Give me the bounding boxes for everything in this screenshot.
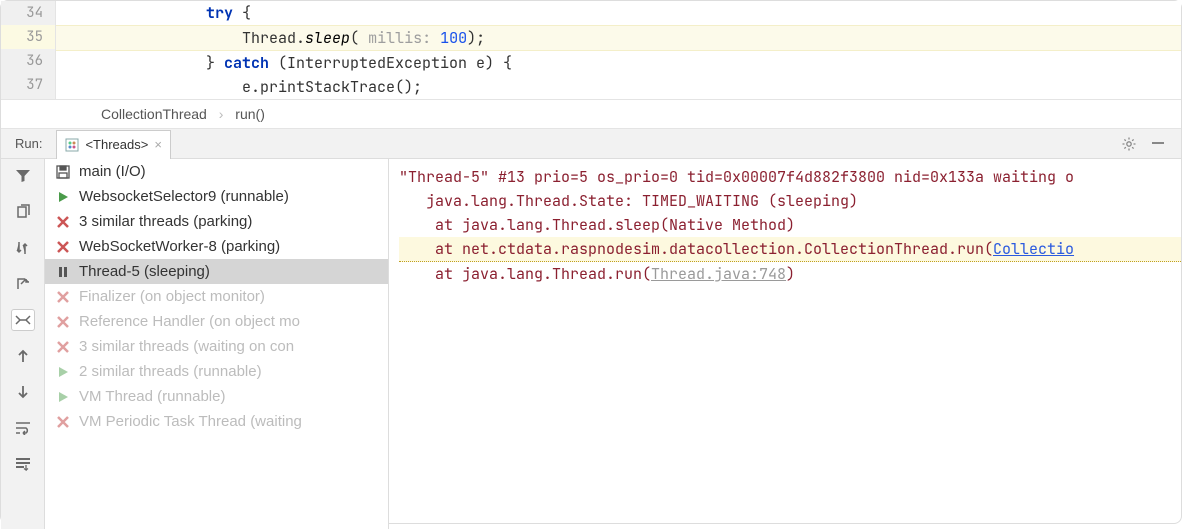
dump-line: at java.lang.Thread.sleep(Native Method) — [399, 215, 795, 235]
stack-icon[interactable] — [11, 453, 35, 475]
code-line-highlighted: Thread.sleep( millis: 100); — [56, 25, 1181, 51]
source-link[interactable]: Thread.java:748 — [651, 264, 786, 284]
breadcrumb: CollectionThread › run() — [1, 99, 1181, 129]
runnable-icon — [55, 364, 71, 380]
source-link[interactable]: Collectio — [993, 239, 1074, 259]
parking-icon — [55, 289, 71, 305]
chevron-right-icon: › — [219, 106, 224, 122]
dump-line-highlighted: at net.ctdata.raspnodesim.datacollection… — [399, 237, 1181, 262]
filter-icon[interactable] — [11, 165, 35, 187]
code-content[interactable]: try { Thread.sleep( millis: 100);} catch… — [56, 1, 1181, 99]
thread-item-main[interactable]: main (I/O) — [45, 159, 388, 184]
breadcrumb-item[interactable]: CollectionThread — [101, 106, 207, 122]
disk-icon — [55, 164, 71, 180]
down-arrow-icon[interactable] — [11, 381, 35, 403]
runnable-icon — [55, 189, 71, 205]
thread-label: 2 similar threads (runnable) — [79, 363, 262, 380]
run-toolwindow-body: main (I/O) WebsocketSelector9 (runnable)… — [1, 159, 1181, 529]
breadcrumb-item[interactable]: run() — [235, 106, 265, 122]
code-line: e.printStackTrace(); — [206, 77, 422, 97]
code-line: } catch (InterruptedException e) { — [206, 53, 512, 73]
thread-label: WebSocketWorker-8 (parking) — [79, 238, 280, 255]
thread-item[interactable]: VM Periodic Task Thread (waiting — [45, 409, 388, 434]
thread-item-selected[interactable]: Thread-5 (sleeping) — [45, 259, 388, 284]
code-editor: 34 35 36 37 try { Thread.sleep( millis: … — [1, 1, 1181, 99]
close-icon[interactable]: × — [154, 137, 162, 152]
tab-title: <Threads> — [85, 137, 148, 152]
thread-label: VM Periodic Task Thread (waiting — [79, 413, 302, 430]
parking-icon — [55, 414, 71, 430]
line-gutter: 34 35 36 37 — [1, 1, 56, 99]
parking-icon — [55, 314, 71, 330]
thread-label: Reference Handler (on object mo — [79, 313, 300, 330]
pause-icon — [55, 264, 71, 280]
wrap-icon[interactable] — [11, 417, 35, 439]
runnable-icon — [55, 389, 71, 405]
parking-icon — [55, 214, 71, 230]
thread-item[interactable]: Finalizer (on object monitor) — [45, 284, 388, 309]
thread-item[interactable]: WebsocketSelector9 (runnable) — [45, 184, 388, 209]
code-line: try { — [206, 3, 251, 23]
hide-icon[interactable] — [1151, 136, 1165, 152]
thread-item[interactable]: Reference Handler (on object mo — [45, 309, 388, 334]
thread-label: WebsocketSelector9 (runnable) — [79, 188, 289, 205]
thread-item[interactable]: 3 similar threads (waiting on con — [45, 334, 388, 359]
tab-threads[interactable]: <Threads> × — [56, 130, 170, 159]
thread-item[interactable]: WebSocketWorker-8 (parking) — [45, 234, 388, 259]
parking-icon — [55, 339, 71, 355]
parking-icon — [55, 239, 71, 255]
thread-item[interactable]: 2 similar threads (runnable) — [45, 359, 388, 384]
up-arrow-icon[interactable] — [11, 345, 35, 367]
thread-label: 3 similar threads (parking) — [79, 213, 252, 230]
thread-label: 3 similar threads (waiting on con — [79, 338, 294, 355]
dump-line: java.lang.Thread.State: TIMED_WAITING (s… — [399, 191, 858, 211]
thread-list: main (I/O) WebsocketSelector9 (runnable)… — [45, 159, 389, 529]
thread-label: main (I/O) — [79, 163, 146, 180]
run-toolwindow-header: Run: <Threads> × — [1, 129, 1181, 159]
thread-dump-console[interactable]: "Thread-5" #13 prio=5 os_prio=0 tid=0x00… — [389, 159, 1181, 529]
line-number: 34 — [1, 1, 43, 25]
dump-line: "Thread-5" #13 prio=5 os_prio=0 tid=0x00… — [399, 167, 1074, 187]
copy-icon[interactable] — [11, 201, 35, 223]
thread-label: Finalizer (on object monitor) — [79, 288, 265, 305]
dump-line: at java.lang.Thread.run(Thread.java:748) — [399, 264, 795, 284]
thread-label: VM Thread (runnable) — [79, 388, 225, 405]
thread-item[interactable]: VM Thread (runnable) — [45, 384, 388, 409]
sort-icon[interactable] — [11, 237, 35, 259]
line-number: 36 — [1, 49, 43, 73]
thread-dump-icon — [65, 138, 79, 152]
thread-label: Thread-5 (sleeping) — [79, 263, 210, 280]
merge-icon[interactable] — [11, 309, 35, 331]
gear-icon[interactable] — [1121, 136, 1137, 152]
line-number: 35 — [1, 25, 55, 49]
vertical-toolbar — [1, 159, 45, 529]
export-icon[interactable] — [11, 273, 35, 295]
line-number: 37 — [1, 73, 43, 97]
thread-item[interactable]: 3 similar threads (parking) — [45, 209, 388, 234]
run-label: Run: — [1, 136, 56, 151]
